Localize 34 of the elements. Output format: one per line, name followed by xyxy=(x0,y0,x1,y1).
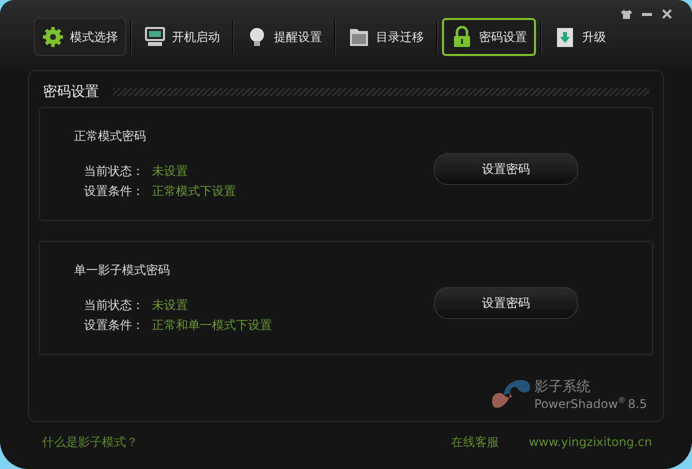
tab[interactable]: 开机启动 xyxy=(136,18,228,56)
field-value: 未设置 xyxy=(152,296,188,314)
brand-name: 影子系统 xyxy=(534,378,592,396)
folder-icon xyxy=(348,26,370,48)
version-number: 8.5 xyxy=(628,396,647,410)
lock-icon xyxy=(451,26,473,48)
product-name: PowerShadow xyxy=(534,396,618,410)
tab[interactable]: 模式选择 xyxy=(34,18,126,56)
minimize-icon[interactable] xyxy=(642,12,652,16)
website-link[interactable]: www.yingzixitong.cn xyxy=(528,435,652,449)
tab[interactable]: 密码设置 xyxy=(442,18,536,56)
registered-mark: ® xyxy=(618,396,626,404)
tab[interactable]: 提醒设置 xyxy=(238,18,330,56)
field-label: 设置条件： xyxy=(84,182,144,200)
field-value: 正常模式下设置 xyxy=(152,182,236,200)
field-label: 当前状态： xyxy=(84,162,144,180)
set-password-button[interactable]: 设置密码 xyxy=(434,153,578,185)
tab[interactable]: 升级 xyxy=(546,18,614,56)
field-value: 正常和单一模式下设置 xyxy=(152,316,272,334)
help-link[interactable]: 什么是影子模式？ xyxy=(42,434,138,450)
group-title: 单一影子模式密码 xyxy=(74,262,171,278)
online-service-link[interactable]: 在线客服 xyxy=(450,434,499,450)
group-title: 正常模式密码 xyxy=(74,128,147,144)
shirt-icon[interactable] xyxy=(621,10,632,18)
field-value: 未设置 xyxy=(152,162,188,180)
set-password-button[interactable]: 设置密码 xyxy=(434,287,578,319)
tab[interactable]: 目录迁移 xyxy=(340,18,432,56)
field-label: 设置条件： xyxy=(84,316,144,334)
monitor-icon xyxy=(144,26,166,48)
section-title: 密码设置 xyxy=(43,83,99,101)
gear-icon xyxy=(42,26,64,48)
field-label: 当前状态： xyxy=(84,296,144,314)
close-icon[interactable] xyxy=(662,9,672,19)
download-icon xyxy=(554,26,576,48)
